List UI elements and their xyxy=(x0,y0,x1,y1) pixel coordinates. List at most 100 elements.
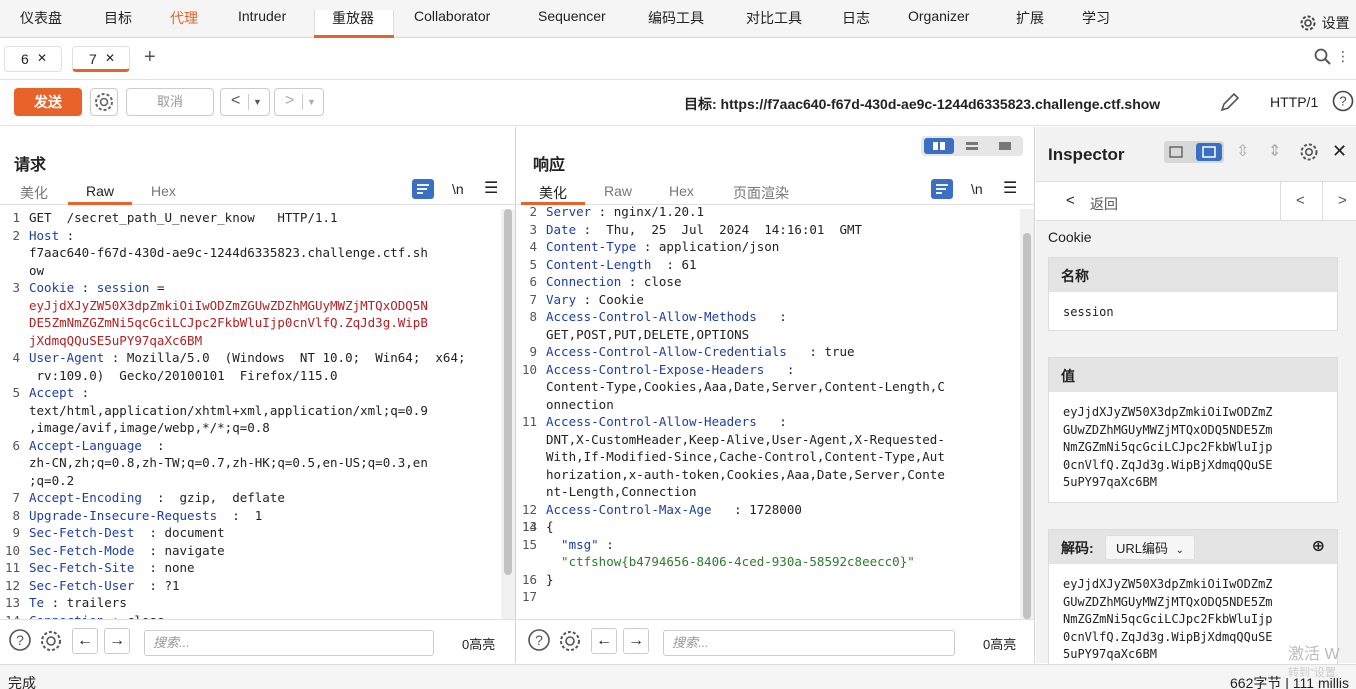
forward-history-button[interactable]: > ▼ xyxy=(274,88,324,116)
menu-tab-extensions[interactable]: 扩展 xyxy=(1016,8,1044,28)
layout-side-by-side-icon[interactable] xyxy=(924,138,954,154)
inspector-layout-toggle[interactable] xyxy=(1164,141,1224,163)
tab-hex[interactable]: Hex xyxy=(151,183,176,199)
repeater-tab-6[interactable]: 6 ✕ xyxy=(4,46,62,72)
layout-toggle[interactable] xyxy=(921,136,1023,156)
line-text: Accept-Language : xyxy=(29,437,499,455)
search-icon[interactable] xyxy=(1314,48,1332,66)
next-match-button[interactable]: → xyxy=(623,628,649,654)
collapse-all-icon[interactable]: ⇕ xyxy=(1268,141,1281,161)
wrap-lines-icon[interactable] xyxy=(931,179,953,199)
line-number: 10 xyxy=(521,361,537,377)
decode-type-label: URL编码 xyxy=(1116,541,1169,556)
chevron-right-icon[interactable]: > xyxy=(1338,192,1347,209)
back-history-button[interactable]: < ▼ xyxy=(220,88,270,116)
next-match-button[interactable]: → xyxy=(104,628,130,654)
menu-tab-proxy[interactable]: 代理 xyxy=(170,8,198,28)
search-input[interactable]: 搜索... xyxy=(144,630,434,656)
line-text: Content-Type,Cookies,Aaa,Date,Server,Con… xyxy=(546,378,1018,396)
tab-raw[interactable]: Raw xyxy=(86,183,114,199)
menu-tab-intruder[interactable]: Intruder xyxy=(238,8,286,24)
line-text: DNT,X-CustomHeader,Keep-Alive,User-Agent… xyxy=(546,431,1018,449)
add-tab-icon[interactable]: + xyxy=(144,46,156,69)
gear-icon[interactable] xyxy=(557,628,583,654)
target-url[interactable]: 目标: https://f7aac640-f67d-430d-ae9c-1244… xyxy=(684,94,1160,114)
layout-tabs-icon[interactable] xyxy=(990,138,1020,154)
cookie-name-value[interactable]: session xyxy=(1061,300,1325,326)
scrollbar-thumb[interactable] xyxy=(504,209,512,575)
arrow-left-icon: ← xyxy=(77,632,93,649)
code-line: eyJjdXJyZW50X3dpZmkiOiIwODZmZGUwZDZhMGUy… xyxy=(0,297,499,315)
send-settings-button[interactable] xyxy=(90,88,118,116)
send-button[interactable]: 发送 xyxy=(14,88,82,116)
line-number: 3 xyxy=(12,280,20,295)
menu-icon[interactable]: ☰ xyxy=(1003,178,1017,198)
value-line: 5uPY97qaXc6BM xyxy=(1063,475,1157,489)
response-editor[interactable]: 2 Server : nginx/1.20.1 3 Date : Thu, 25 Ju… xyxy=(517,203,1018,619)
close-icon[interactable]: ✕ xyxy=(1332,141,1347,162)
newline-toggle-icon[interactable]: \n xyxy=(971,181,983,197)
line-text: f7aac640-f67d-430d-ae9c-1244d6335823.cha… xyxy=(29,244,499,262)
menu-tab-repeater[interactable]: 重放器 xyxy=(332,8,374,28)
menu-tab-decoder[interactable]: 编码工具 xyxy=(648,8,704,28)
tab-raw[interactable]: Raw xyxy=(604,183,632,199)
request-editor[interactable]: 1 GET /secret_path_U_never_know HTTP/1.1 2… xyxy=(0,209,499,619)
more-icon[interactable]: ⋮ xyxy=(1336,48,1350,65)
gear-icon[interactable] xyxy=(1298,141,1320,163)
close-icon[interactable]: ✕ xyxy=(37,51,47,65)
menu-tab-sequencer[interactable]: Sequencer xyxy=(538,8,606,24)
menu-tab-logger[interactable]: 日志 xyxy=(842,8,870,28)
code-token: GET,POST,PUT,DELETE,OPTIONS xyxy=(546,326,750,342)
menu-icon[interactable]: ☰ xyxy=(484,178,498,198)
code-token: Sec-Fetch-Mode xyxy=(29,542,135,558)
previous-match-button[interactable]: ← xyxy=(72,628,98,654)
scrollbar-thumb[interactable] xyxy=(1023,233,1031,619)
decode-type-select[interactable]: URL编码 ⌄ xyxy=(1105,535,1196,560)
request-scrollbar[interactable] xyxy=(501,209,515,619)
line-number: 10 xyxy=(4,542,20,558)
settings-button[interactable]: 设置 xyxy=(1298,13,1350,33)
menu-tab-dashboard[interactable]: 仪表盘 xyxy=(20,8,62,28)
line-text: zh-CN,zh;q=0.8,zh-TW;q=0.7,zh-HK;q=0.5,e… xyxy=(29,454,499,472)
newline-toggle-icon[interactable]: \n xyxy=(452,181,464,197)
chevron-left-icon[interactable]: < xyxy=(1066,192,1075,209)
code-token: Accept-Encoding xyxy=(29,490,142,505)
code-token: DNT,X-CustomHeader,Keep-Alive,User-Agent… xyxy=(546,431,945,447)
line-number: 9 xyxy=(529,344,537,359)
tab-render[interactable]: 页面渲染 xyxy=(733,183,789,203)
pencil-icon[interactable] xyxy=(1218,90,1242,114)
line-text: Vary : Cookie xyxy=(546,291,1018,309)
menu-tab-target[interactable]: 目标 xyxy=(104,8,132,28)
tab-pretty[interactable]: 美化 xyxy=(20,183,48,203)
tab-pretty[interactable]: 美化 xyxy=(539,183,567,203)
code-token: : Cookie xyxy=(576,291,644,307)
back-button[interactable]: 返回 xyxy=(1090,194,1118,214)
help-icon[interactable]: ? xyxy=(527,628,551,652)
tab-hex[interactable]: Hex xyxy=(669,183,694,199)
decoded-value-text[interactable]: eyJjdXJyZW50X3dpZmkiOiIwODZmZ GUwZDZhMGUy… xyxy=(1061,572,1325,668)
gear-icon[interactable] xyxy=(38,628,64,654)
help-icon[interactable]: ? xyxy=(8,628,32,652)
menu-tab-organizer[interactable]: Organizer xyxy=(908,8,969,24)
menu-tab-comparer[interactable]: 对比工具 xyxy=(746,8,802,28)
expand-all-icon[interactable]: ⇳ xyxy=(1236,141,1249,161)
help-icon[interactable]: ? xyxy=(1332,90,1354,112)
http-version-selector[interactable]: HTTP/1 xyxy=(1270,94,1318,110)
code-token: Content-Type,Cookies,Aaa,Date,Server,Con… xyxy=(546,379,945,394)
line-text: Sec-Fetch-Dest : document xyxy=(29,524,499,542)
add-circle-icon[interactable]: ⊕ xyxy=(1312,536,1325,556)
response-scrollbar[interactable] xyxy=(1020,209,1034,619)
menu-tab-learn[interactable]: 学习 xyxy=(1082,8,1110,28)
previous-match-button[interactable]: ← xyxy=(591,628,617,654)
search-input[interactable]: 搜索... xyxy=(663,630,955,656)
code-line: 6 Connection : close xyxy=(517,273,1018,291)
chevron-left-icon[interactable]: < xyxy=(1296,192,1305,209)
line-text: Te : trailers xyxy=(29,594,499,612)
cookie-value-text[interactable]: eyJjdXJyZW50X3dpZmkiOiIwODZmZ GUwZDZhMGUy… xyxy=(1061,400,1325,496)
layout-stacked-icon[interactable] xyxy=(957,138,987,154)
close-icon[interactable]: ✕ xyxy=(105,51,115,65)
wrap-lines-icon[interactable] xyxy=(412,179,434,199)
cancel-button[interactable]: 取消 xyxy=(126,88,214,116)
menu-tab-collaborator[interactable]: Collaborator xyxy=(414,8,490,24)
repeater-tab-7[interactable]: 7 ✕ xyxy=(72,46,130,72)
